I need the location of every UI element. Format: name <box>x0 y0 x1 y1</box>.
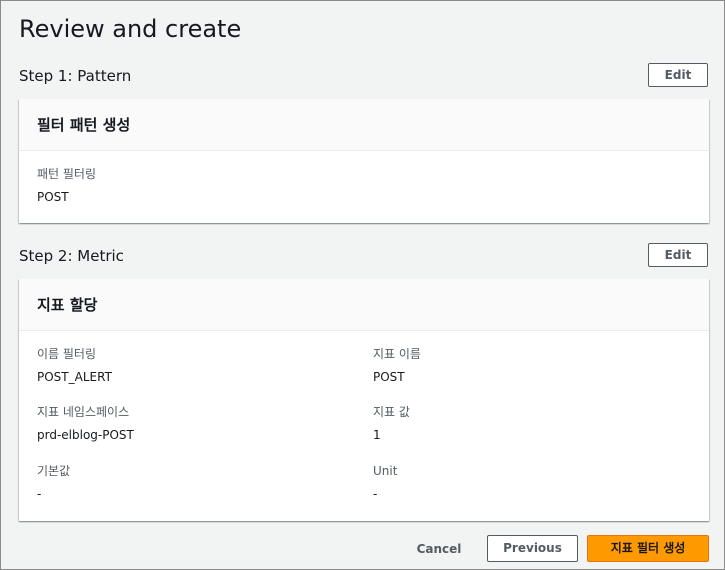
metric-namespace-value: prd-elblog-POST <box>37 428 134 442</box>
metric-name-field: 지표 이름 POST <box>373 346 421 385</box>
page-title: Review and create <box>19 15 242 43</box>
filter-name-value: POST_ALERT <box>37 370 112 384</box>
step1-card-title: 필터 패턴 생성 <box>19 99 709 151</box>
metric-value-value: 1 <box>373 428 381 442</box>
step2-edit-button[interactable]: Edit <box>648 243 708 267</box>
unit-label: Unit <box>373 464 398 478</box>
metric-name-label: 지표 이름 <box>373 347 421 361</box>
pattern-filter-field: 패턴 필터링 POST <box>37 166 96 205</box>
pattern-filter-label: 패턴 필터링 <box>37 167 97 181</box>
step2-header: Step 2: Metric <box>19 247 124 265</box>
previous-button[interactable]: Previous <box>487 535 578 562</box>
default-value-label: 기본값 <box>37 464 71 478</box>
step1-card: 필터 패턴 생성 패턴 필터링 POST <box>19 99 709 223</box>
review-and-create-page: Review and create Step 1: Pattern Edit 필… <box>0 0 725 570</box>
filter-name-label: 이름 필터링 <box>37 347 97 361</box>
step2-card-title: 지표 할당 <box>19 279 709 331</box>
metric-name-value: POST <box>373 370 405 384</box>
pattern-filter-value: POST <box>37 190 69 204</box>
default-value-value: - <box>37 487 42 501</box>
step2-card: 지표 할당 이름 필터링 POST_ALERT 지표 이름 POST 지표 네임… <box>19 279 709 521</box>
default-value-field: 기본값 - <box>37 463 70 502</box>
step1-header: Step 1: Pattern <box>19 67 132 85</box>
step1-edit-button[interactable]: Edit <box>648 63 708 87</box>
create-metric-filter-button[interactable]: 지표 필터 생성 <box>587 535 709 562</box>
cancel-button[interactable]: Cancel <box>409 537 469 561</box>
metric-namespace-label: 지표 네임스페이스 <box>37 405 130 419</box>
metric-value-label: 지표 값 <box>373 405 410 419</box>
filter-name-field: 이름 필터링 POST_ALERT <box>37 346 112 385</box>
unit-value: - <box>373 487 378 501</box>
metric-value-field: 지표 값 1 <box>373 404 410 443</box>
unit-field: Unit - <box>373 463 397 502</box>
metric-namespace-field: 지표 네임스페이스 prd-elblog-POST <box>37 404 134 443</box>
